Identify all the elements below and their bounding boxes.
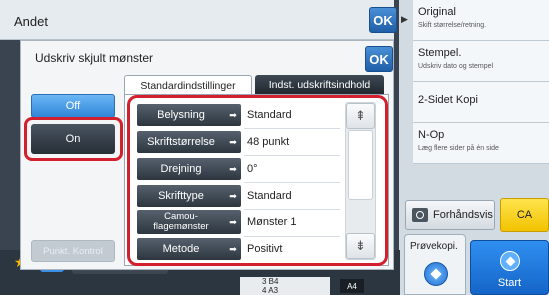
right-item-stamp[interactable]: Stempel. Udskriv dato og stempel (413, 41, 549, 82)
dialog-ok-button[interactable]: OK (365, 46, 393, 72)
tray-row-2: 4 A3 (262, 286, 279, 295)
dialog-title: Udskriv skjult mønster (35, 51, 154, 65)
header-ok-button[interactable]: OK (369, 7, 397, 33)
start-icon (500, 251, 520, 271)
right-item-n-up[interactable]: N-Op Læg flere sider på én side (413, 123, 549, 164)
right-item-original[interactable]: Original Skift størrelse/retning. (413, 0, 549, 41)
tab-standard-settings[interactable]: Standardindstillinger (124, 75, 252, 95)
start-button[interactable]: Start (470, 240, 549, 295)
right-item-subtitle: Skift størrelse/retning. (418, 22, 487, 29)
off-button[interactable]: Off (31, 94, 115, 118)
paper-tray-indicator: 3 B4 4 A3 (240, 277, 330, 295)
highlight-frame-on (24, 117, 123, 161)
right-item-subtitle: Udskriv dato og stempel (418, 63, 494, 70)
background-header: Andet (0, 0, 394, 40)
header-title: Andet (14, 14, 48, 29)
right-item-title: Original (418, 6, 456, 18)
punkt-control-button[interactable]: Punkt. Kontrol (31, 240, 115, 262)
right-item-title: N-Op (418, 129, 445, 141)
paper-size-badge: A4 (340, 279, 364, 293)
tab-print-content[interactable]: Indst. udskriftsindhold (255, 75, 384, 95)
preview-icon (412, 208, 428, 222)
proof-copy-label: Prøvekopi. (410, 241, 458, 252)
right-item-subtitle: Læg flere sider på én side (418, 145, 499, 152)
proof-start-icon (424, 262, 448, 286)
preview-label: Forhåndsvis (433, 209, 493, 221)
preview-button[interactable]: Forhåndsvis (405, 200, 495, 230)
tray-row-1: 3 B4 (262, 277, 279, 286)
right-item-2-sided[interactable]: 2-Sidet Kopi (413, 82, 549, 123)
ca-button[interactable]: CA (500, 198, 549, 232)
right-item-title: Stempel. (418, 47, 462, 59)
right-item-title: 2-Sidet Kopi (418, 94, 478, 106)
highlight-frame-settings (127, 95, 388, 266)
play-icon: ▶ (401, 14, 408, 24)
start-label: Start (497, 277, 522, 289)
